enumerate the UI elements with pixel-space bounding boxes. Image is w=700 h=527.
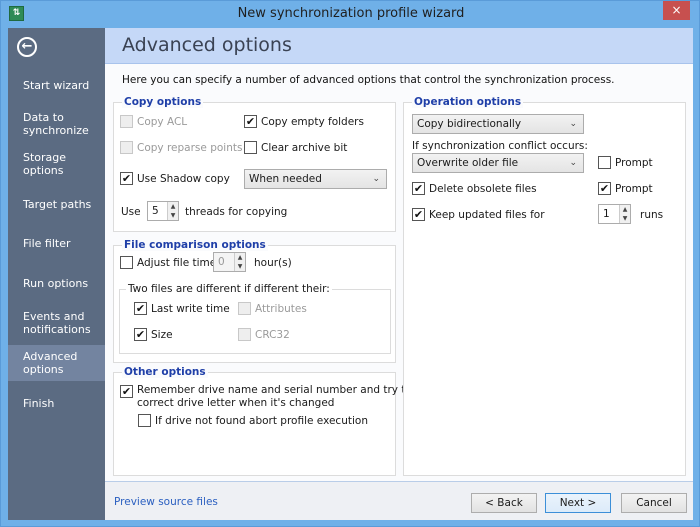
shadow-copy-mode-select[interactable]: When needed ⌄ — [244, 169, 387, 189]
checkbox-box — [244, 141, 257, 154]
page-title: Advanced options — [122, 34, 292, 56]
conflict-prompt-checkbox[interactable]: Prompt — [598, 156, 653, 169]
conflict-label: If synchronization conflict occurs: — [412, 140, 588, 152]
adjust-file-time-checkbox[interactable]: Adjust file time — [120, 256, 216, 269]
abort-if-drive-not-found-checkbox[interactable]: If drive not found abort profile executi… — [138, 414, 368, 427]
copy-options-group: Copy options Copy ACL ✔ Copy empty folde… — [113, 96, 396, 232]
chevron-down-icon: ⌄ — [569, 158, 577, 168]
check-icon: ✔ — [598, 182, 611, 195]
page-header: Advanced options — [105, 28, 693, 64]
checkbox-box — [598, 156, 611, 169]
threads-suffix-label: threads for copying — [185, 206, 288, 218]
checkbox-box — [120, 141, 133, 154]
delete-prompt-checkbox[interactable]: ✔ Prompt — [598, 182, 653, 195]
sidebar-item-file-filter[interactable]: File filter — [8, 232, 105, 254]
check-icon: ✔ — [134, 302, 147, 315]
sidebar-item-finish[interactable]: Finish — [8, 392, 105, 414]
check-icon: ✔ — [134, 328, 147, 341]
runs-stepper[interactable]: 1 ▲ ▼ — [598, 204, 631, 224]
file-comparison-group: File comparison options Adjust file time… — [113, 239, 396, 363]
copy-options-title: Copy options — [122, 96, 204, 108]
crc32-checkbox: CRC32 — [238, 328, 290, 341]
operation-options-title: Operation options — [412, 96, 524, 108]
sidebar: ← Start wizard Data to synchronize Stora… — [8, 28, 105, 520]
window-title: New synchronization profile wizard — [237, 6, 465, 21]
runs-suffix-label: runs — [640, 209, 664, 221]
chevron-down-icon: ⌄ — [372, 174, 380, 184]
preview-source-files-link[interactable]: Preview source files — [114, 496, 218, 508]
check-icon: ✔ — [412, 208, 425, 221]
difference-criteria-group: Two files are different if different the… — [119, 283, 391, 354]
next-button[interactable]: Next > — [545, 493, 611, 513]
file-comparison-title: File comparison options — [122, 239, 268, 251]
footer: Preview source files < Back Next > Cance… — [105, 481, 693, 520]
sidebar-item-events-notifications[interactable]: Events and notifications — [8, 309, 98, 337]
sync-direction-select[interactable]: Copy bidirectionally ⌄ — [412, 114, 584, 134]
size-checkbox[interactable]: ✔ Size — [134, 328, 173, 341]
wizard-window: ⇅ New synchronization profile wizard × ←… — [0, 0, 700, 527]
check-icon: ✔ — [412, 182, 425, 195]
checkbox-box — [120, 115, 133, 128]
title-bar: ⇅ New synchronization profile wizard × — [1, 1, 700, 28]
attributes-checkbox: Attributes — [238, 302, 307, 315]
sidebar-item-target-paths[interactable]: Target paths — [8, 193, 105, 215]
threads-stepper[interactable]: 5 ▲ ▼ — [147, 201, 179, 221]
check-icon: ✔ — [244, 115, 257, 128]
sidebar-item-run-options[interactable]: Run options — [8, 272, 105, 294]
last-write-time-checkbox[interactable]: ✔ Last write time — [134, 302, 230, 315]
back-button[interactable]: < Back — [471, 493, 537, 513]
stepper-arrows-icon[interactable]: ▲ ▼ — [234, 253, 245, 271]
cancel-button[interactable]: Cancel — [621, 493, 687, 513]
hours-suffix-label: hour(s) — [254, 257, 292, 269]
other-options-group: Other options ✔ Remember drive name and … — [113, 366, 412, 476]
delete-obsolete-checkbox[interactable]: ✔ Delete obsolete files — [412, 182, 537, 195]
copy-reparse-points-checkbox: Copy reparse points — [120, 141, 242, 154]
copy-empty-folders-checkbox[interactable]: ✔ Copy empty folders — [244, 115, 364, 128]
operation-options-group: Operation options Copy bidirectionally ⌄… — [403, 96, 686, 476]
use-shadow-copy-checkbox[interactable]: ✔ Use Shadow copy — [120, 172, 230, 185]
threads-prefix-label: Use — [121, 206, 141, 218]
difference-criteria-title: Two files are different if different the… — [126, 283, 332, 295]
adjust-hours-stepper[interactable]: 0 ▲ ▼ — [213, 252, 246, 272]
page-description: Here you can specify a number of advance… — [122, 74, 615, 86]
sidebar-item-start-wizard[interactable]: Start wizard — [8, 72, 105, 98]
sidebar-item-data-to-synchronize[interactable]: Data to synchronize — [8, 110, 89, 138]
close-button[interactable]: × — [663, 1, 690, 20]
back-arrow-icon[interactable]: ← — [17, 37, 37, 57]
conflict-action-select[interactable]: Overwrite older file ⌄ — [412, 153, 584, 173]
checkbox-box — [138, 414, 151, 427]
remember-drive-checkbox[interactable]: ✔ Remember drive name and serial number … — [120, 384, 412, 410]
content-panel: Advanced options Here you can specify a … — [105, 28, 693, 520]
checkbox-box — [238, 328, 251, 341]
stepper-arrows-icon[interactable]: ▲ ▼ — [167, 202, 178, 220]
other-options-title: Other options — [122, 366, 208, 378]
check-icon: ✔ — [120, 172, 133, 185]
sidebar-item-storage-options[interactable]: Storage options — [8, 150, 83, 178]
sidebar-item-advanced-options[interactable]: Advanced options — [8, 345, 105, 381]
stepper-arrows-icon[interactable]: ▲ ▼ — [619, 205, 630, 223]
keep-updated-files-checkbox[interactable]: ✔ Keep updated files for — [412, 208, 545, 221]
clear-archive-bit-checkbox[interactable]: Clear archive bit — [244, 141, 347, 154]
copy-acl-checkbox: Copy ACL — [120, 115, 187, 128]
checkbox-box — [238, 302, 251, 315]
check-icon: ✔ — [120, 385, 133, 398]
checkbox-box — [120, 256, 133, 269]
chevron-down-icon: ⌄ — [569, 119, 577, 129]
